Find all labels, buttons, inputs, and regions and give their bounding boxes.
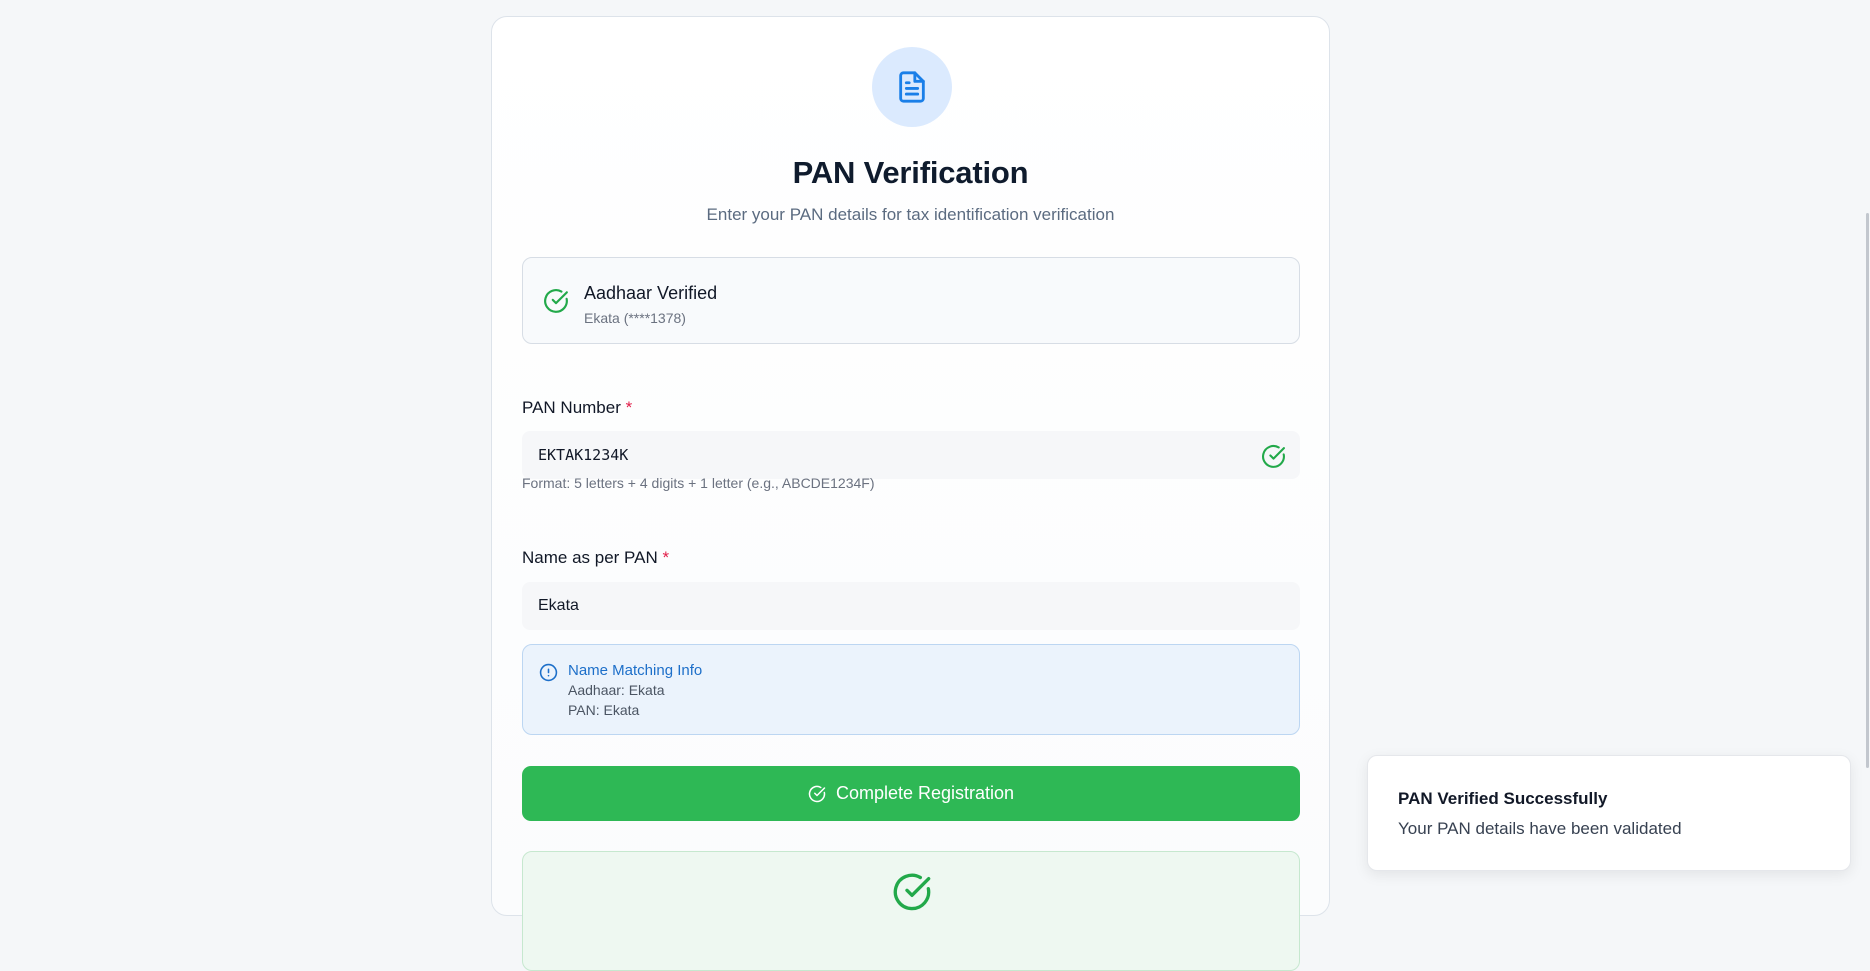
name-matching-aadhaar: Aadhaar: Ekata bbox=[568, 682, 665, 698]
aadhaar-masked-detail: Ekata (****1378) bbox=[584, 310, 686, 326]
page-subtitle: Enter your PAN details for tax identific… bbox=[706, 205, 1115, 224]
toast-title: PAN Verified Successfully bbox=[1398, 789, 1608, 808]
check-circle-icon bbox=[808, 785, 826, 803]
name-as-per-pan-label: Name as per PAN * bbox=[522, 548, 669, 568]
scrollbar-thumb[interactable] bbox=[1866, 213, 1869, 768]
complete-registration-button[interactable]: Complete Registration bbox=[522, 766, 1300, 821]
name-matching-title: Name Matching Info bbox=[568, 662, 703, 679]
check-circle-icon bbox=[892, 872, 932, 917]
page-scrollbar[interactable] bbox=[1862, 0, 1870, 891]
complete-registration-label: Complete Registration bbox=[835, 783, 1015, 803]
verification-success-panel bbox=[522, 851, 1300, 971]
name-as-per-pan-input[interactable] bbox=[522, 582, 1300, 630]
check-circle-icon bbox=[543, 288, 569, 319]
pan-number-label-text: PAN Number bbox=[522, 398, 621, 417]
toast-message: Your PAN details have been validated bbox=[1398, 819, 1682, 838]
name-as-per-pan-label-text: Name as per PAN bbox=[522, 548, 658, 567]
check-circle-icon bbox=[1261, 444, 1286, 474]
page-title: PAN Verification bbox=[792, 155, 1029, 190]
name-matching-pan: PAN: Ekata bbox=[568, 702, 640, 718]
aadhaar-status-title: Aadhaar Verified bbox=[584, 283, 718, 303]
pan-number-input[interactable] bbox=[522, 431, 1300, 479]
pan-format-hint: Format: 5 letters + 4 digits + 1 letter … bbox=[522, 475, 875, 491]
required-mark: * bbox=[662, 548, 670, 567]
success-toast: PAN Verified Successfully Your PAN detai… bbox=[1367, 755, 1851, 871]
info-icon bbox=[539, 663, 558, 687]
name-matching-info-box: Name Matching Info Aadhaar: Ekata PAN: E… bbox=[522, 644, 1300, 735]
pan-verification-card: PAN Verification Enter your PAN details … bbox=[491, 16, 1330, 971]
document-icon bbox=[872, 47, 952, 127]
required-mark: * bbox=[625, 398, 633, 417]
pan-number-label: PAN Number * bbox=[522, 398, 632, 418]
aadhaar-verified-banner: Aadhaar Verified Ekata (****1378) bbox=[522, 257, 1300, 344]
